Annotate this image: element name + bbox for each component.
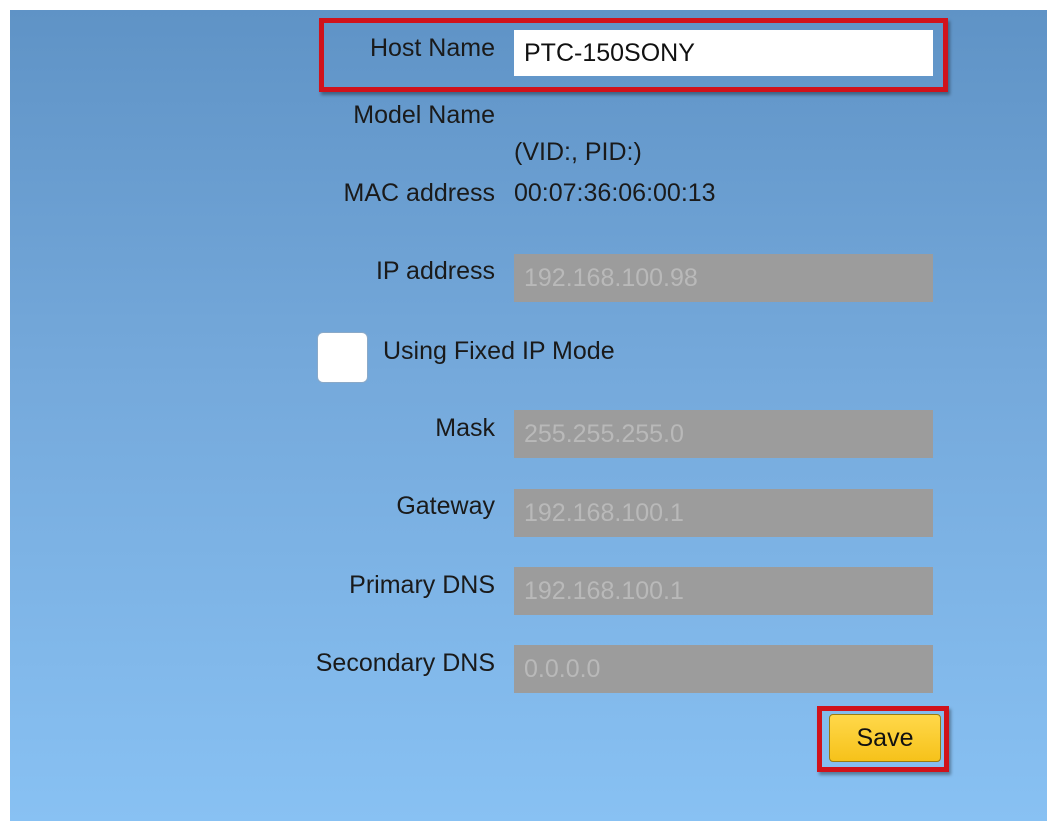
ip-address-label: IP address xyxy=(375,257,495,285)
secondary-dns-label: Secondary DNS xyxy=(315,649,495,677)
fixed-ip-label: Using Fixed IP Mode xyxy=(383,337,615,365)
primary-dns-label: Primary DNS xyxy=(349,571,495,599)
mac-address-value: 00:07:36:06:00:13 xyxy=(514,179,716,207)
host-name-input[interactable] xyxy=(514,30,933,76)
gateway-label: Gateway xyxy=(396,492,495,520)
host-name-label: Host Name xyxy=(369,34,495,62)
ip-address-input xyxy=(514,254,933,302)
save-button[interactable]: Save xyxy=(829,714,941,762)
primary-dns-input xyxy=(514,567,933,615)
gateway-input xyxy=(514,489,933,537)
secondary-dns-input xyxy=(514,645,933,693)
mask-label: Mask xyxy=(435,414,495,442)
mask-input xyxy=(514,410,933,458)
fixed-ip-checkbox[interactable] xyxy=(317,332,368,383)
model-name-label: Model Name xyxy=(353,101,495,129)
mac-address-label: MAC address xyxy=(343,179,495,207)
model-name-value: (VID:, PID:) xyxy=(514,138,642,166)
